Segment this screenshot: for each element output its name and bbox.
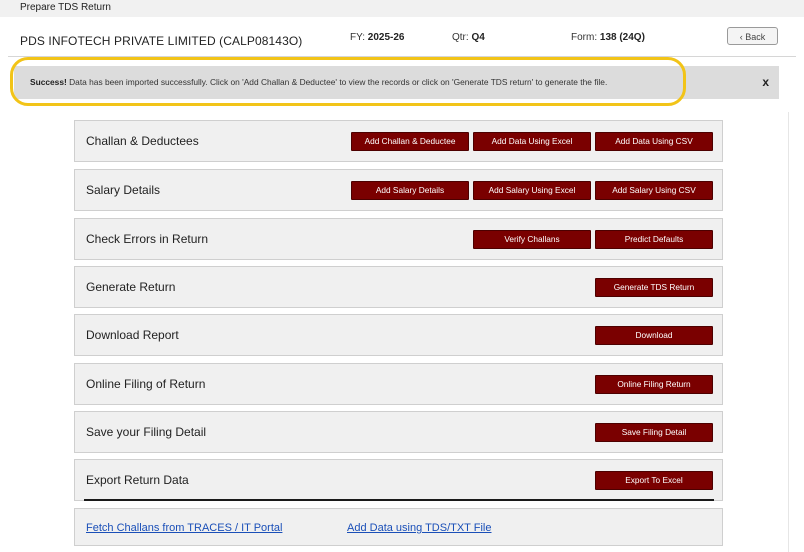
add-data-excel-button[interactable]: Add Data Using Excel xyxy=(473,132,591,151)
panel-online-filing: Online Filing of Return Online Filing Re… xyxy=(74,363,723,405)
company-name: PDS INFOTECH PRIVATE LIMITED (CALP08143O… xyxy=(20,34,303,48)
scroll-track xyxy=(788,112,789,552)
add-challan-deductee-button[interactable]: Add Challan & Deductee xyxy=(351,132,469,151)
panel-challan-deductees: Challan & Deductees Add Challan & Deduct… xyxy=(74,120,723,162)
save-filing-detail-button[interactable]: Save Filing Detail xyxy=(595,423,713,442)
panel-generate-return: Generate Return Generate TDS Return xyxy=(74,266,723,308)
panel-title: Online Filing of Return xyxy=(86,377,206,391)
header-divider xyxy=(8,56,796,57)
panel-title: Download Report xyxy=(86,328,179,342)
export-to-excel-button[interactable]: Export To Excel xyxy=(595,471,713,490)
window-title: Prepare TDS Return xyxy=(0,0,804,17)
download-button[interactable]: Download xyxy=(595,326,713,345)
panel-download-report: Download Report Download xyxy=(74,314,723,356)
add-salary-csv-button[interactable]: Add Salary Using CSV xyxy=(595,181,713,200)
online-filing-return-button[interactable]: Online Filing Return xyxy=(595,375,713,394)
links-panel: Fetch Challans from TRACES / IT Portal A… xyxy=(74,508,723,546)
add-salary-excel-button[interactable]: Add Salary Using Excel xyxy=(473,181,591,200)
verify-challans-button[interactable]: Verify Challans xyxy=(473,230,591,249)
chevron-left-icon: ‹ xyxy=(739,32,743,42)
add-data-tds-txt-link[interactable]: Add Data using TDS/TXT File xyxy=(347,522,492,534)
alert-close-button[interactable]: x xyxy=(762,66,769,99)
return-header: PDS INFOTECH PRIVATE LIMITED (CALP08143O… xyxy=(0,17,804,59)
panel-title: Challan & Deductees xyxy=(86,134,199,148)
form-type: Form: 138 (24Q) xyxy=(571,32,645,43)
generate-tds-return-button[interactable]: Generate TDS Return xyxy=(595,278,713,297)
panel-title: Export Return Data xyxy=(86,473,189,487)
panel-title: Generate Return xyxy=(86,280,176,294)
panel-export-return-data: Export Return Data Export To Excel xyxy=(74,459,723,501)
panel-salary-details: Salary Details Add Salary Details Add Sa… xyxy=(74,169,723,211)
add-data-csv-button[interactable]: Add Data Using CSV xyxy=(595,132,713,151)
back-button[interactable]: ‹ Back xyxy=(727,27,778,45)
predict-defaults-button[interactable]: Predict Defaults xyxy=(595,230,713,249)
alert-message: Data has been imported successfully. Cli… xyxy=(66,77,608,87)
panel-check-errors: Check Errors in Return Verify Challans P… xyxy=(74,218,723,260)
financial-year: FY: 2025-26 xyxy=(350,32,405,43)
alert-prefix: Success! xyxy=(30,77,67,87)
panel-title: Salary Details xyxy=(86,183,161,197)
quarter: Qtr: Q4 xyxy=(452,32,485,43)
success-alert: Success! Data has been imported successf… xyxy=(14,66,779,99)
panel-save-filing-detail: Save your Filing Detail Save Filing Deta… xyxy=(74,411,723,453)
fetch-challans-link[interactable]: Fetch Challans from TRACES / IT Portal xyxy=(86,522,282,534)
divider-line xyxy=(84,499,714,501)
panel-title: Save your Filing Detail xyxy=(86,425,207,439)
panel-title: Check Errors in Return xyxy=(86,232,209,246)
add-salary-details-button[interactable]: Add Salary Details xyxy=(351,181,469,200)
